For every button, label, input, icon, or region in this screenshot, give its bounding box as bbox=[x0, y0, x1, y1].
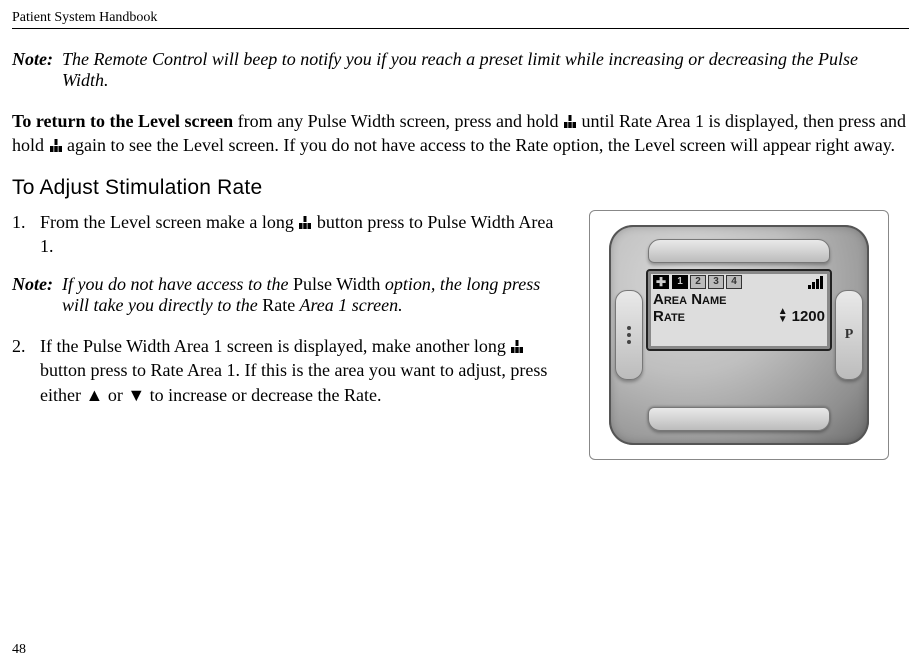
area-name-text: Area Name bbox=[653, 291, 727, 308]
screen-line-area: Area Name bbox=[653, 291, 825, 308]
tab-2: 2 bbox=[690, 275, 706, 289]
note-2-rate: Rate bbox=[262, 295, 295, 315]
device-bottom-button bbox=[648, 407, 830, 431]
area-icon bbox=[563, 115, 577, 129]
note-2: Note: If you do not have access to the P… bbox=[12, 274, 567, 316]
note-1-label: Note: bbox=[12, 49, 62, 70]
note-1-body: The Remote Control will beep to notify y… bbox=[62, 49, 909, 91]
section-title: To Adjust Stimulation Rate bbox=[12, 176, 909, 200]
device-left-button bbox=[615, 290, 643, 380]
page-number: 48 bbox=[12, 642, 26, 658]
step-1-a: From the Level screen make a long bbox=[40, 212, 298, 232]
tab-1: 1 bbox=[672, 275, 688, 289]
note-2-pre: If you do not have access to the bbox=[62, 274, 293, 294]
area-icon bbox=[49, 139, 63, 153]
page-header: Patient System Handbook bbox=[12, 10, 909, 29]
step-2: If the Pulse Width Area 1 screen is disp… bbox=[12, 334, 567, 407]
down-arrow-icon: ▼ bbox=[127, 385, 145, 405]
note-1: Note: The Remote Control will beep to no… bbox=[12, 49, 909, 91]
rate-value: 1200 bbox=[792, 308, 825, 325]
return-tail-3: again to see the Level screen. If you do… bbox=[63, 135, 896, 155]
note-2-post: Area 1 screen. bbox=[295, 295, 402, 315]
return-lead: To return to the Level screen bbox=[12, 111, 233, 131]
device-right-label: P bbox=[845, 327, 854, 343]
return-paragraph: To return to the Level screen from any P… bbox=[12, 109, 909, 158]
screen-line-rate: Rate ▲▼ 1200 bbox=[653, 308, 825, 325]
steps-list: From the Level screen make a long button… bbox=[12, 210, 567, 259]
device-illustration: P ✚ 1 2 3 4 bbox=[589, 210, 889, 460]
step-2-a: If the Pulse Width Area 1 screen is disp… bbox=[40, 336, 510, 356]
signal-icon bbox=[808, 275, 825, 289]
area-icon bbox=[510, 340, 524, 354]
return-tail-1: from any Pulse Width screen, press and h… bbox=[233, 111, 563, 131]
remote-device: P ✚ 1 2 3 4 bbox=[609, 225, 869, 445]
header-title: Patient System Handbook bbox=[12, 10, 157, 25]
up-arrow-icon: ▲ bbox=[85, 385, 103, 405]
screen-status-row: ✚ 1 2 3 4 bbox=[653, 275, 825, 289]
steps-list-2: If the Pulse Width Area 1 screen is disp… bbox=[12, 334, 567, 407]
step-1: From the Level screen make a long button… bbox=[12, 210, 567, 259]
device-top-button bbox=[648, 239, 830, 263]
device-screen: ✚ 1 2 3 4 Area Name bbox=[646, 269, 832, 351]
device-right-button: P bbox=[835, 290, 863, 380]
up-down-icon: ▲▼ bbox=[778, 308, 788, 324]
plus-icon: ✚ bbox=[653, 275, 669, 289]
tab-4: 4 bbox=[726, 275, 742, 289]
rate-label: Rate bbox=[653, 308, 685, 325]
note-2-label: Note: bbox=[12, 274, 62, 295]
step-2-c: to increase or decrease the Rate. bbox=[145, 385, 381, 405]
note-2-pw: Pulse Width bbox=[293, 274, 380, 294]
note-2-body: If you do not have access to the Pulse W… bbox=[62, 274, 567, 316]
step-2-mid: or bbox=[103, 385, 127, 405]
area-icon bbox=[298, 216, 312, 230]
tab-3: 3 bbox=[708, 275, 724, 289]
